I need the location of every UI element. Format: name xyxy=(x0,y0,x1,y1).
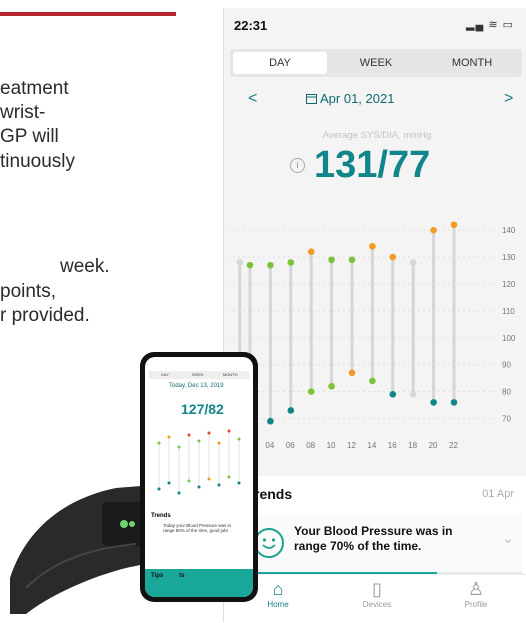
small-trends-text: Today your Blood Pressure was in range 8… xyxy=(163,523,232,533)
next-day-button[interactable]: > xyxy=(504,90,513,108)
small-phone-screen: DAY WEEK MONTH Today, Dec 13, 2019 127/8… xyxy=(145,357,253,597)
diastolic-point xyxy=(430,399,437,406)
info-icon[interactable]: i xyxy=(290,158,305,173)
reading-caption: Average SYS/DIA, mmHg xyxy=(322,130,432,141)
y-tick-label: 140 xyxy=(502,226,516,235)
clock: 22:31 xyxy=(234,18,268,33)
small-chart xyxy=(157,429,241,495)
systolic-point xyxy=(389,253,397,261)
smile-icon xyxy=(254,528,284,558)
diastolic-point xyxy=(389,391,397,398)
background-text-line: r provided. xyxy=(0,305,90,326)
diastolic-point xyxy=(267,417,274,425)
diastolic-point xyxy=(450,399,458,406)
chart-svg: 7080901001101201301400204060810121416182… xyxy=(228,221,516,450)
previous-day-button[interactable]: < xyxy=(248,90,257,108)
systolic-point xyxy=(267,261,274,269)
diastolic-point xyxy=(348,369,356,377)
small-trends-title: Trends xyxy=(151,513,171,519)
diastolic-point xyxy=(307,388,315,395)
small-tab-day: DAY xyxy=(161,372,169,377)
trend-card[interactable]: Your Blood Pressure was in range 70% of … xyxy=(240,514,522,572)
chevron-down-icon[interactable]: ⌄ xyxy=(502,530,514,547)
date-navigator: < Apr 01, 2021 > xyxy=(224,86,526,112)
nav-profile-label: Profile xyxy=(464,600,488,609)
x-tick-label: 06 xyxy=(286,441,295,450)
systolic-point xyxy=(430,226,437,234)
y-tick-label: 100 xyxy=(502,334,516,343)
x-tick-label: 14 xyxy=(367,441,376,450)
small-tab-week: WEEK xyxy=(191,372,204,377)
y-tick-label: 130 xyxy=(502,253,516,262)
trends-date: 01 Apr xyxy=(482,488,514,500)
x-tick-label: 10 xyxy=(327,441,336,450)
systolic-point xyxy=(328,256,335,264)
tab-month[interactable]: MONTH xyxy=(425,52,519,74)
background-text-line: GP will xyxy=(0,126,59,147)
x-tick-label: 18 xyxy=(408,441,417,450)
x-tick-label: 16 xyxy=(388,441,397,450)
diastolic-point xyxy=(287,407,295,414)
background-text-line: week. xyxy=(60,256,110,277)
small-date: Today, Dec 13, 2019 xyxy=(169,383,224,389)
profile-icon: ♙ xyxy=(467,579,485,599)
systolic-point xyxy=(287,259,295,266)
background-text-line: points, xyxy=(0,281,56,302)
small-tips-suffix: ts xyxy=(179,573,185,579)
tab-week[interactable]: WEEK xyxy=(329,52,423,74)
y-tick-label: 120 xyxy=(502,280,516,289)
nav-profile[interactable]: ♙ Profile xyxy=(436,579,516,609)
small-tab-month: MONTH xyxy=(222,372,238,377)
blood-pressure-chart: 7080901001101201301400204060810121416182… xyxy=(224,210,526,470)
small-reading: 127/82 xyxy=(181,401,224,417)
selected-date[interactable]: Apr 01, 2021 xyxy=(320,91,394,106)
systolic-point xyxy=(450,221,458,229)
y-tick-label: 70 xyxy=(502,415,511,424)
status-bar: 22:31 ▂▄ ≋ ▭ xyxy=(224,8,526,42)
device-icon: ▯ xyxy=(372,579,382,599)
x-tick-label: 12 xyxy=(347,441,356,450)
small-tips-word: Tips xyxy=(151,573,164,579)
diastolic-point xyxy=(369,377,376,385)
y-tick-label: 110 xyxy=(502,307,515,316)
systolic-point xyxy=(246,261,254,269)
background-text-line: wrist- xyxy=(0,102,46,123)
bottom-navigation: ⌂ Home ▯ Devices ♙ Profile xyxy=(224,574,526,623)
y-tick-label: 80 xyxy=(502,388,511,397)
nav-devices-label: Devices xyxy=(362,600,392,609)
x-tick-label: 20 xyxy=(429,441,438,450)
small-phone-image: DAY WEEK MONTH Today, Dec 13, 2019 127/8… xyxy=(140,352,258,602)
phone-screen: 22:31 ▂▄ ≋ ▭ DAY WEEK MONTH < Apr 01, 20… xyxy=(223,8,526,623)
systolic-point xyxy=(307,248,315,255)
systolic-point xyxy=(369,242,376,250)
trend-message: Your Blood Pressure was in range 70% of … xyxy=(294,524,453,553)
y-tick-label: 90 xyxy=(502,361,511,370)
x-tick-label: 08 xyxy=(306,441,315,450)
calendar-icon xyxy=(306,94,317,104)
average-reading: 131/77 xyxy=(314,144,431,186)
background-text-line: tinuously xyxy=(0,151,75,172)
accent-rule xyxy=(0,12,176,16)
nav-devices[interactable]: ▯ Devices xyxy=(337,579,417,609)
small-tabs: DAY WEEK MONTH xyxy=(149,371,249,379)
trends-title: rends xyxy=(254,486,293,502)
systolic-point xyxy=(348,256,356,264)
systolic-point xyxy=(409,259,417,266)
tab-day[interactable]: DAY xyxy=(233,52,327,74)
period-segmented-control: DAY WEEK MONTH xyxy=(230,49,522,77)
x-tick-label: 04 xyxy=(265,441,274,450)
x-tick-label: 22 xyxy=(449,441,458,450)
diastolic-point xyxy=(409,391,417,398)
nav-home-label: Home xyxy=(267,600,289,609)
systolic-point xyxy=(236,259,244,266)
diastolic-point xyxy=(328,382,335,390)
status-icons: ▂▄ ≋ ▭ xyxy=(466,19,514,31)
small-tips-title: Tips ts xyxy=(151,573,185,579)
background-text-line: eatment xyxy=(0,78,69,99)
